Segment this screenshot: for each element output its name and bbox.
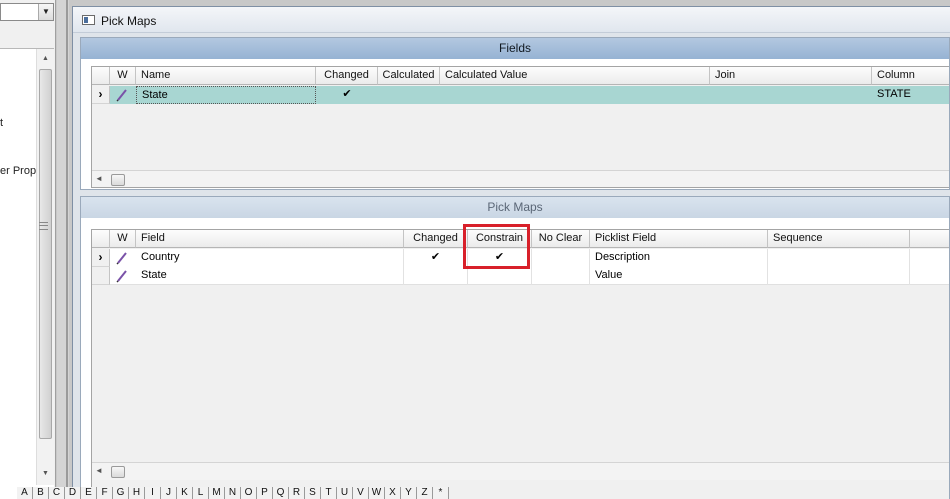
- fields-section-header: Fields: [81, 38, 949, 59]
- scroll-thumb[interactable]: [111, 174, 125, 186]
- left-panel: ▼ t er Prop ▲ ▼: [0, 0, 56, 499]
- pick-maps-section-header: Pick Maps: [81, 197, 949, 218]
- table-row[interactable]: › State ✔ STATE: [92, 86, 949, 104]
- window-title: Pick Maps: [101, 14, 157, 28]
- alphabet-filter-z[interactable]: Z: [417, 487, 433, 499]
- object-explorer-tree: t er Prop ▲ ▼: [0, 48, 54, 499]
- column-header-filler: [910, 230, 949, 248]
- alphabet-filter-bar: A B C D E F G H I J K L M N O P Q R S T U V W X Y Z *: [17, 487, 449, 499]
- alphabet-filter-f[interactable]: F: [97, 487, 113, 499]
- changed-cell[interactable]: [404, 267, 468, 285]
- column-header-join[interactable]: Join: [710, 67, 872, 85]
- scroll-up-icon[interactable]: ▲: [37, 50, 54, 67]
- alphabet-filter-n[interactable]: N: [225, 487, 241, 499]
- column-header-changed[interactable]: Changed: [404, 230, 468, 248]
- alphabet-filter-l[interactable]: L: [193, 487, 209, 499]
- scroll-down-icon[interactable]: ▼: [37, 465, 54, 482]
- alphabet-filter-all[interactable]: *: [433, 487, 449, 499]
- picklist-field-cell[interactable]: Description: [590, 249, 768, 267]
- column-header-no-clear[interactable]: No Clear: [532, 230, 590, 248]
- alphabet-filter-o[interactable]: O: [241, 487, 257, 499]
- alphabet-filter-r[interactable]: R: [289, 487, 305, 499]
- field-name-cell[interactable]: State: [136, 86, 316, 104]
- column-cell[interactable]: STATE: [872, 86, 949, 104]
- alphabet-filter-i[interactable]: I: [145, 487, 161, 499]
- column-header-sequence[interactable]: Sequence: [768, 230, 910, 248]
- alphabet-filter-s[interactable]: S: [305, 487, 321, 499]
- alphabet-filter-x[interactable]: X: [385, 487, 401, 499]
- alphabet-filter-w[interactable]: W: [369, 487, 385, 499]
- column-header-w[interactable]: W: [110, 67, 136, 85]
- scroll-thumb[interactable]: [39, 69, 52, 439]
- alphabet-filter-u[interactable]: U: [337, 487, 353, 499]
- chevron-right-icon[interactable]: ›: [92, 249, 110, 267]
- chevron-right-icon[interactable]: ›: [92, 86, 110, 104]
- pick-maps-horizontal-scrollbar[interactable]: ◄: [92, 462, 949, 480]
- alphabet-filter-v[interactable]: V: [353, 487, 369, 499]
- alphabet-filter-b[interactable]: B: [33, 487, 49, 499]
- column-header-picklist-field[interactable]: Picklist Field: [590, 230, 768, 248]
- column-header-name[interactable]: Name: [136, 67, 316, 85]
- tree-item[interactable]: er Prop: [0, 165, 36, 177]
- scroll-left-icon[interactable]: ◄: [95, 466, 103, 475]
- scroll-grip-icon: [39, 222, 48, 230]
- column-header-selector: [92, 230, 110, 248]
- pane-splitter-line: [66, 0, 68, 499]
- pick-maps-grid: W Field Changed Constrain No Clear Pickl…: [91, 229, 949, 499]
- alphabet-filter-d[interactable]: D: [65, 487, 81, 499]
- scroll-left-icon[interactable]: ◄: [95, 174, 103, 183]
- alphabet-filter-g[interactable]: G: [113, 487, 129, 499]
- window-icon: [82, 15, 95, 25]
- alphabet-filter-c[interactable]: C: [49, 487, 65, 499]
- alphabet-filter-y[interactable]: Y: [401, 487, 417, 499]
- join-cell[interactable]: [710, 86, 872, 104]
- fields-section: Fields W Name Changed Calculated Calcula…: [80, 37, 950, 190]
- constrain-highlight-box: [463, 224, 530, 269]
- constrain-cell[interactable]: [468, 267, 532, 285]
- pencil-icon[interactable]: [110, 249, 136, 267]
- alphabet-filter-h[interactable]: H: [129, 487, 145, 499]
- field-cell[interactable]: Country: [136, 249, 404, 267]
- fields-horizontal-scrollbar[interactable]: ◄: [92, 170, 949, 187]
- changed-cell[interactable]: ✔: [316, 86, 378, 104]
- object-selector-combo[interactable]: ▼: [0, 3, 54, 21]
- calculated-cell[interactable]: [378, 86, 440, 104]
- sequence-cell[interactable]: [768, 249, 910, 267]
- tree-vertical-scrollbar[interactable]: ▲ ▼: [36, 49, 54, 485]
- no-clear-cell[interactable]: [532, 249, 590, 267]
- alphabet-filter-a[interactable]: A: [17, 487, 33, 499]
- column-header-calculated[interactable]: Calculated: [378, 67, 440, 85]
- field-cell[interactable]: State: [136, 267, 404, 285]
- table-row[interactable]: State Value: [92, 267, 949, 285]
- alphabet-filter-e[interactable]: E: [81, 487, 97, 499]
- picklist-field-cell[interactable]: Value: [590, 267, 768, 285]
- column-header-w[interactable]: W: [110, 230, 136, 248]
- window-title-bar: Pick Maps: [73, 7, 950, 33]
- grid-empty-area: [92, 286, 949, 462]
- scroll-thumb[interactable]: [111, 466, 125, 478]
- sequence-cell[interactable]: [768, 267, 910, 285]
- column-header-calculated-value[interactable]: Calculated Value: [440, 67, 710, 85]
- tree-item[interactable]: t: [0, 117, 3, 129]
- chevron-down-icon[interactable]: ▼: [38, 4, 53, 20]
- pencil-icon[interactable]: [110, 86, 136, 104]
- calculated-value-cell[interactable]: [440, 86, 710, 104]
- alphabet-filter-p[interactable]: P: [257, 487, 273, 499]
- column-header-column[interactable]: Column: [872, 67, 949, 85]
- pencil-icon[interactable]: [110, 267, 136, 285]
- no-clear-cell[interactable]: [532, 267, 590, 285]
- changed-cell[interactable]: ✔: [404, 249, 468, 267]
- alphabet-filter-q[interactable]: Q: [273, 487, 289, 499]
- column-header-field[interactable]: Field: [136, 230, 404, 248]
- column-header-selector: [92, 67, 110, 85]
- alphabet-filter-j[interactable]: J: [161, 487, 177, 499]
- fields-grid: W Name Changed Calculated Calculated Val…: [91, 66, 949, 188]
- row-selector[interactable]: [92, 267, 110, 285]
- grid-empty-area: [92, 104, 949, 170]
- alphabet-filter-t[interactable]: T: [321, 487, 337, 499]
- alphabet-filter-m[interactable]: M: [209, 487, 225, 499]
- alphabet-filter-k[interactable]: K: [177, 487, 193, 499]
- column-header-changed[interactable]: Changed: [316, 67, 378, 85]
